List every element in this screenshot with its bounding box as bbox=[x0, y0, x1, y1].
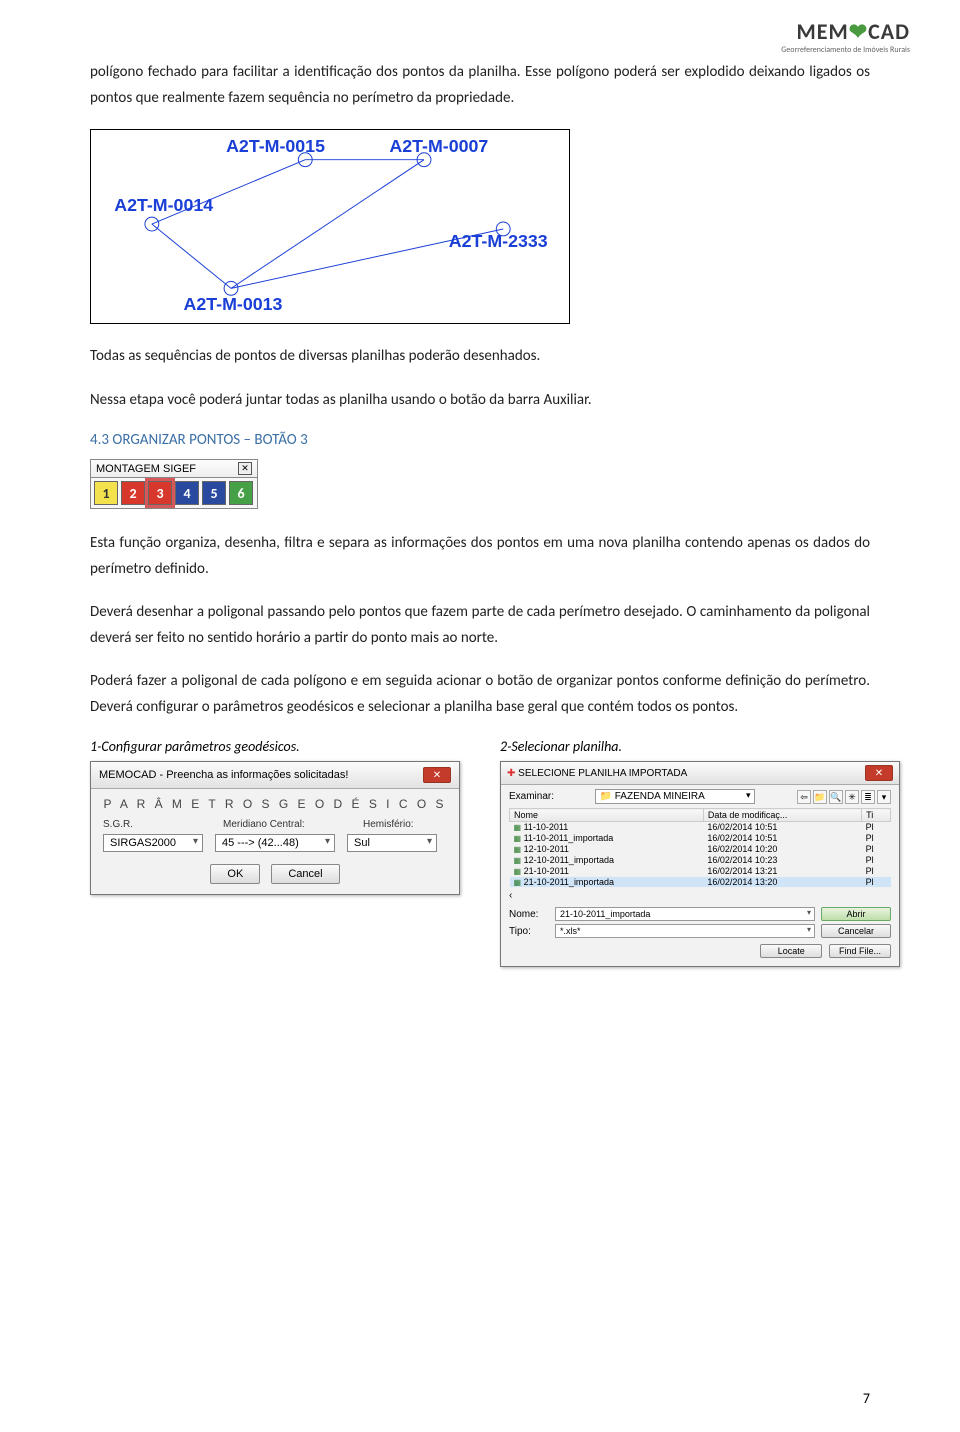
sgr-label: S.G.R. bbox=[103, 819, 203, 830]
paragraph-1: polígono fechado para facilitar a identi… bbox=[90, 60, 870, 111]
spreadsheet-icon: ▦ bbox=[514, 834, 522, 843]
table-row[interactable]: ▦ 11-10-201116/02/2014 10:51Pl bbox=[510, 822, 891, 833]
diagram-label: A2T-M-0013 bbox=[184, 294, 283, 314]
paragraph-5: Deverá desenhar a poligonal passando pel… bbox=[90, 600, 870, 651]
locate-button[interactable]: Locate bbox=[760, 944, 822, 958]
toolbar-button-6[interactable]: 6 bbox=[229, 481, 253, 505]
dialog-heading: P A R Â M E T R O S G E O D É S I C O S bbox=[103, 797, 447, 811]
ok-button[interactable]: OK bbox=[210, 864, 260, 884]
paragraph-6: Poderá fazer a poligonal de cada polígon… bbox=[90, 669, 870, 720]
brand-post: CAD bbox=[868, 18, 910, 45]
findfile-button[interactable]: Find File... bbox=[829, 944, 891, 958]
cancel-button[interactable]: Cancel bbox=[271, 864, 339, 884]
chevron-left-icon[interactable]: ‹ bbox=[509, 890, 891, 901]
cancel-button[interactable]: Cancelar bbox=[821, 924, 891, 938]
col-date[interactable]: Data de modificaç... bbox=[703, 809, 861, 822]
col-type[interactable]: Ti bbox=[862, 809, 891, 822]
close-icon[interactable]: ✕ bbox=[865, 765, 893, 781]
meridian-select[interactable]: 45 ---> (42...48) bbox=[215, 834, 335, 852]
step2-label: 2-Selecionar planilha. bbox=[500, 738, 900, 755]
leaf-icon: ❤ bbox=[849, 18, 868, 45]
folder-select[interactable]: 📁 FAZENDA MINEIRA bbox=[595, 789, 755, 804]
spreadsheet-icon: ▦ bbox=[514, 867, 522, 876]
meridian-label: Meridiano Central: bbox=[223, 819, 343, 830]
table-row[interactable]: ▦ 21-10-2011_importada16/02/2014 13:20Pl bbox=[510, 877, 891, 888]
toolbar-button-3[interactable]: 3 bbox=[148, 481, 172, 505]
new-folder-icon: ✳ bbox=[845, 790, 859, 804]
back-icon: ⇦ bbox=[797, 790, 811, 804]
spreadsheet-icon: ▦ bbox=[514, 823, 522, 832]
page-number: 7 bbox=[863, 1390, 870, 1407]
table-row[interactable]: ▦ 21-10-201116/02/2014 13:21Pl bbox=[510, 866, 891, 877]
spreadsheet-icon: ▦ bbox=[514, 878, 522, 887]
nav-icons[interactable]: ⇦📁🔍✳≣▾ bbox=[795, 790, 891, 804]
up-icon: 📁 bbox=[813, 790, 827, 804]
geodesic-params-dialog: MEMOCAD - Preencha as informações solici… bbox=[90, 761, 460, 895]
filename-input[interactable]: 21-10-2011_importada bbox=[555, 907, 815, 921]
spreadsheet-icon: ▦ bbox=[514, 856, 522, 865]
filename-label: Nome: bbox=[509, 909, 549, 920]
diagram-label: A2T-M-0014 bbox=[114, 195, 213, 215]
tools-icon: ▾ bbox=[877, 790, 891, 804]
sgr-select[interactable]: SIRGAS2000 bbox=[103, 834, 203, 852]
polygon-diagram: A2T-M-0015 A2T-M-0007 A2T-M-0014 A2T-M-2… bbox=[90, 129, 570, 324]
diagram-label: A2T-M-2333 bbox=[449, 231, 548, 251]
toolbar-button-1[interactable]: 1 bbox=[94, 481, 118, 505]
search-icon: 🔍 bbox=[829, 790, 843, 804]
hemisphere-label: Hemisfério: bbox=[363, 819, 414, 830]
spreadsheet-icon: ▦ bbox=[514, 845, 522, 854]
brand-subtitle: Georreferenciamento de Imóveis Rurais bbox=[781, 45, 910, 55]
table-row[interactable]: ▦ 11-10-2011_importada16/02/2014 10:51Pl bbox=[510, 833, 891, 844]
toolbar-button-5[interactable]: 5 bbox=[202, 481, 226, 505]
select-spreadsheet-dialog: ✚ SELECIONE PLANILHA IMPORTADA ✕ Examina… bbox=[500, 761, 900, 967]
table-row[interactable]: ▦ 12-10-201116/02/2014 10:20Pl bbox=[510, 844, 891, 855]
views-icon: ≣ bbox=[861, 790, 875, 804]
close-icon[interactable]: ✕ bbox=[238, 462, 252, 475]
toolbar-title-text: MONTAGEM SIGEF bbox=[96, 463, 196, 475]
brand-pre: MEM bbox=[797, 18, 849, 45]
brand-logo: MEM❤CAD Georreferenciamento de Imóveis R… bbox=[781, 18, 910, 55]
col-name[interactable]: Nome bbox=[510, 809, 704, 822]
examine-label: Examinar: bbox=[509, 791, 554, 802]
filetype-label: Tipo: bbox=[509, 926, 549, 937]
toolbar-button-4[interactable]: 4 bbox=[175, 481, 199, 505]
file-list-table: Nome Data de modificaç... Ti ▦ 11-10-201… bbox=[509, 808, 891, 888]
table-row[interactable]: ▦ 12-10-2011_importada16/02/2014 10:23Pl bbox=[510, 855, 891, 866]
dialog-title: MEMOCAD - Preencha as informações solici… bbox=[99, 769, 348, 781]
paragraph-3: Nessa etapa você poderá juntar todas as … bbox=[90, 388, 870, 414]
filetype-select[interactable]: *.xls* bbox=[555, 924, 815, 938]
toolbar-screenshot: MONTAGEM SIGEF ✕ 1 2 3 4 5 6 bbox=[90, 459, 870, 509]
step1-label: 1-Configurar parâmetros geodésicos. bbox=[90, 738, 460, 755]
paragraph-2: Todas as sequências de pontos de diversa… bbox=[90, 344, 870, 370]
diagram-label: A2T-M-0015 bbox=[226, 136, 325, 156]
dialog-title: ✚ SELECIONE PLANILHA IMPORTADA bbox=[507, 768, 687, 779]
paragraph-4: Esta função organiza, desenha, filtra e … bbox=[90, 531, 870, 582]
diagram-label: A2T-M-0007 bbox=[389, 136, 488, 156]
close-icon[interactable]: ✕ bbox=[423, 767, 451, 783]
toolbar-button-2[interactable]: 2 bbox=[121, 481, 145, 505]
section-heading: 4.3 ORGANIZAR PONTOS – BOTÃO 3 bbox=[90, 431, 870, 449]
open-button[interactable]: Abrir bbox=[821, 907, 891, 921]
hemisphere-select[interactable]: Sul bbox=[347, 834, 437, 852]
